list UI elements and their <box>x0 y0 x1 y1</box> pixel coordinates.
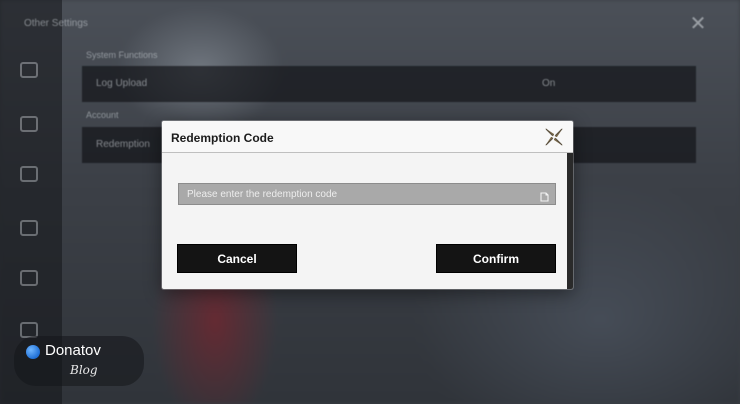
sidebar-icon-3[interactable] <box>20 166 38 182</box>
redemption-dialog: Redemption Code Cancel Confirm <box>162 121 573 289</box>
paste-icon[interactable] <box>540 189 549 202</box>
dialog-edge-decoration <box>567 153 573 289</box>
watermark-name: Donatov <box>45 342 101 359</box>
sidebar-icon-1[interactable] <box>20 62 38 78</box>
sidebar-icon-4[interactable] <box>20 220 38 236</box>
close-icon[interactable] <box>542 125 566 149</box>
sidebar-icon-2[interactable] <box>20 116 38 132</box>
dialog-header: Redemption Code <box>162 121 573 153</box>
setting-row-label: Log Upload <box>96 78 148 89</box>
watermark-sub: Blog <box>70 363 98 377</box>
setting-row-label: Redemption <box>96 139 150 150</box>
sidebar-icon-5[interactable] <box>20 270 38 286</box>
dialog-title: Redemption Code <box>171 131 274 145</box>
setting-row-log-upload[interactable]: Log Upload On <box>82 66 696 102</box>
section-label-account: Account <box>86 110 119 120</box>
cancel-button[interactable]: Cancel <box>177 244 297 273</box>
redemption-code-field[interactable] <box>178 183 556 205</box>
logo-dot-icon <box>26 345 40 359</box>
confirm-button[interactable]: Confirm <box>436 244 556 273</box>
settings-page-title: Other Settings <box>24 18 88 29</box>
section-label-system: System Functions <box>86 50 158 60</box>
redemption-code-input[interactable] <box>179 184 529 204</box>
settings-close-icon[interactable]: ✕ <box>688 14 708 34</box>
setting-row-value: On <box>542 78 556 89</box>
watermark-logo: Donatov Blog <box>14 336 144 386</box>
